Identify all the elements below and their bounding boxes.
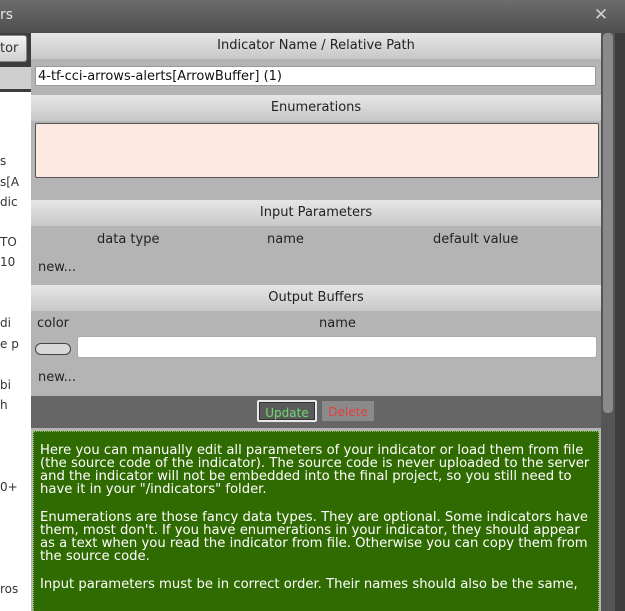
column-default-value: default value <box>433 232 519 247</box>
enumerations-textarea[interactable] <box>35 123 599 178</box>
background-text: 0+ <box>0 480 18 494</box>
help-paragraph: Here you can manually edit all parameter… <box>40 443 590 497</box>
background-text: e p <box>0 337 19 351</box>
background-text: dic <box>0 195 18 209</box>
column-data-type: data type <box>97 232 160 247</box>
buffer-name-input[interactable] <box>77 336 597 358</box>
enumerations-header: Enumerations <box>31 95 601 121</box>
background-text: s <box>0 154 7 168</box>
update-button[interactable]: Update <box>257 400 317 422</box>
background-text: ros <box>0 582 19 596</box>
close-icon[interactable]: ✕ <box>592 6 610 24</box>
background-text: h <box>0 398 8 412</box>
background-titlebar: rs ✕ <box>0 0 625 33</box>
indicator-name-header: Indicator Name / Relative Path <box>31 33 601 59</box>
help-text-panel: Here you can manually edit all parameter… <box>33 431 599 611</box>
column-buffer-name: name <box>319 316 356 331</box>
background-list-panel: s s[A dic TO 10 di e p bi h 0+ ros <box>0 92 31 611</box>
background-text: TO <box>0 235 17 249</box>
help-paragraph: Enumerations are those fancy data types.… <box>40 510 588 564</box>
new-output-buffer-link[interactable]: new... <box>38 370 76 385</box>
buffer-color-picker[interactable] <box>35 343 71 355</box>
new-input-parameter-link[interactable]: new... <box>38 260 76 275</box>
delete-button[interactable]: Delete <box>321 400 375 422</box>
indicator-editor-dialog: Indicator Name / Relative Path 4-tf-cci-… <box>31 33 601 611</box>
background-window-title: rs <box>0 7 14 23</box>
column-color: color <box>37 316 70 331</box>
background-tab <box>0 67 31 89</box>
help-paragraph: Input parameters must be in correct orde… <box>40 577 578 592</box>
background-text: bi <box>0 378 11 392</box>
column-name: name <box>267 232 304 247</box>
indicator-name-input[interactable]: 4-tf-cci-arrows-alerts[ArrowBuffer] (1) <box>35 66 596 86</box>
input-parameters-header: Input Parameters <box>31 200 601 226</box>
scrollbar-thumb[interactable] <box>603 33 613 413</box>
background-text: s[A <box>0 175 20 189</box>
background-text: 10 <box>0 255 16 269</box>
background-text: di <box>0 316 11 330</box>
output-buffers-header: Output Buffers <box>31 285 601 311</box>
background-toolbar-button[interactable]: tor <box>0 35 27 62</box>
